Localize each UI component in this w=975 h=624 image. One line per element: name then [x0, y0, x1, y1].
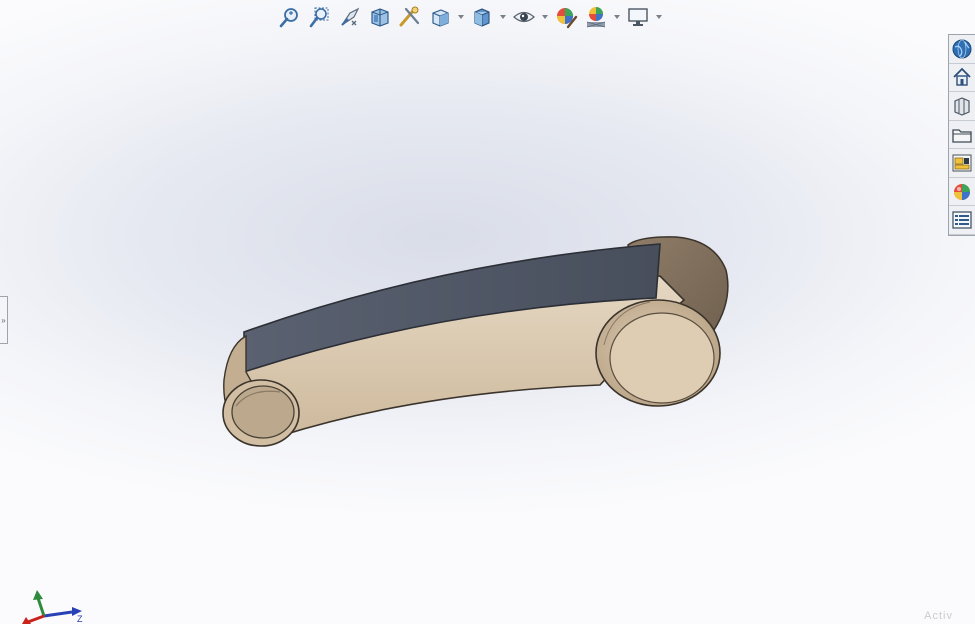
- view-palette-tab[interactable]: [949, 121, 975, 150]
- expand-arrow-icon: »: [1, 315, 6, 325]
- parts-icon: [954, 97, 970, 116]
- watermark: Activ: [924, 610, 953, 622]
- triad-z-label: Z: [77, 614, 83, 624]
- graphics-area[interactable]: » Z Activ: [0, 0, 975, 624]
- task-pane: [948, 34, 975, 236]
- forum-tab[interactable]: [949, 206, 975, 236]
- list-icon: [952, 211, 972, 229]
- feature-manager-collapse-handle[interactable]: »: [0, 296, 8, 344]
- custom-properties-tab[interactable]: [949, 178, 975, 207]
- scenes-icon: [952, 154, 972, 172]
- left-hole: [231, 385, 295, 439]
- design-library-tab[interactable]: [949, 64, 975, 93]
- right-boss-face: [609, 312, 715, 404]
- home-icon: [953, 68, 971, 87]
- reference-triad: Z: [22, 590, 83, 624]
- file-explorer-tab[interactable]: [949, 92, 975, 121]
- globe-icon: [952, 39, 972, 59]
- appearances-tab[interactable]: [949, 149, 975, 178]
- solidworks-resources-tab[interactable]: [949, 35, 975, 64]
- color-ball-icon: [954, 183, 970, 200]
- part-model[interactable]: [0, 0, 975, 624]
- folder-icon: [952, 128, 972, 143]
